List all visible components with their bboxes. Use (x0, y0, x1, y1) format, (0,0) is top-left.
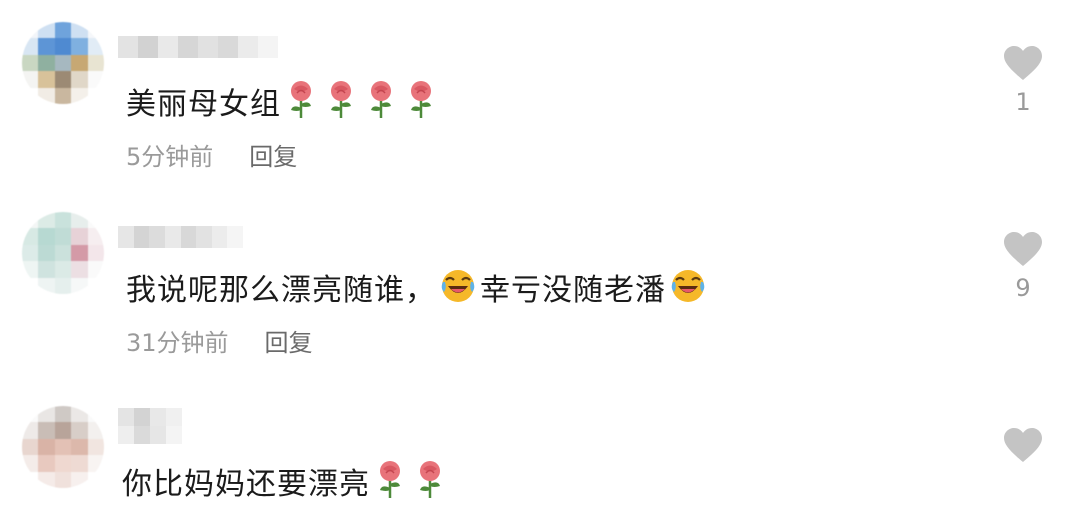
comment-text: 我说呢那么漂亮随谁， 幸亏没随老潘 (126, 268, 710, 315)
like-count: 1 (1015, 88, 1031, 116)
like-count: 9 (1015, 274, 1031, 302)
rose-icon (414, 460, 446, 511)
comment-text-part1: 我说呢那么漂亮随谁， (126, 273, 436, 308)
comment-meta: 5分钟前 回复 (126, 142, 297, 172)
rose-icon (374, 460, 406, 511)
rose-icon (285, 80, 317, 131)
comment-time: 5分钟前 (126, 143, 214, 171)
heart-icon (1004, 232, 1042, 266)
avatar[interactable] (22, 22, 104, 104)
rose-icon (325, 80, 357, 131)
avatar[interactable] (22, 212, 104, 294)
comment-text-main: 美丽母女组 (126, 87, 281, 122)
rose-icon (365, 80, 397, 131)
like-button[interactable]: 1 (998, 46, 1048, 116)
comment-text-part2: 幸亏没随老潘 (480, 273, 666, 308)
comment-text: 美丽母女组 (126, 80, 441, 131)
username-blurred[interactable] (118, 36, 278, 58)
heart-icon (1004, 46, 1042, 80)
like-button[interactable] (998, 428, 1048, 468)
comment-item: 美丽母女组 5分钟前 回复 1 (0, 0, 1080, 190)
comment-time: 31分钟前 (126, 329, 229, 357)
laugh-cry-icon (670, 268, 706, 315)
like-button[interactable]: 9 (998, 232, 1048, 302)
comment-item: 你比妈妈还要漂亮 (0, 380, 1080, 530)
reply-button[interactable]: 回复 (249, 143, 297, 171)
rose-icon (405, 80, 437, 131)
avatar[interactable] (22, 406, 104, 488)
comment-text: 你比妈妈还要漂亮 (122, 460, 450, 511)
username-blurred[interactable] (118, 408, 182, 444)
reply-button[interactable]: 回复 (265, 329, 313, 357)
comment-text-main: 你比妈妈还要漂亮 (122, 467, 370, 502)
comment-meta: 31分钟前 回复 (126, 328, 313, 358)
heart-icon (1004, 428, 1042, 462)
username-blurred[interactable] (118, 226, 243, 248)
comment-item: 我说呢那么漂亮随谁， 幸亏没随老潘 31分钟前 回复 9 (0, 190, 1080, 380)
laugh-cry-icon (440, 268, 476, 315)
